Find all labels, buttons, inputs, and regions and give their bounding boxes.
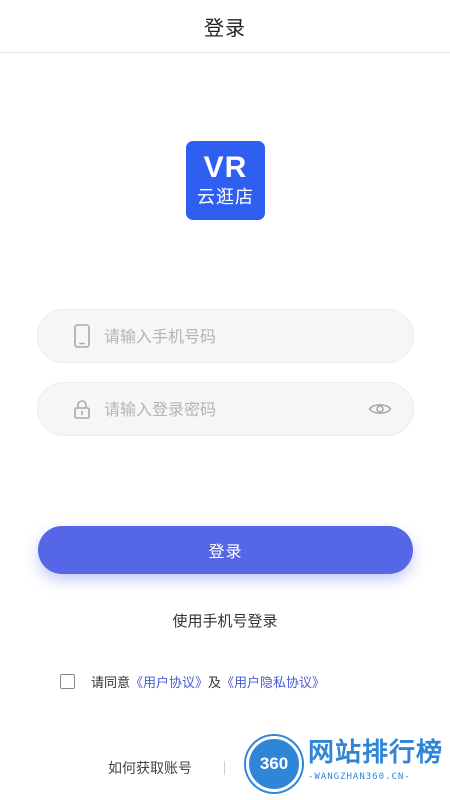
- eye-icon[interactable]: [367, 399, 393, 419]
- footer-divider: [224, 761, 225, 775]
- watermark-subtitle: -WANGZHAN360.CN-: [308, 772, 411, 782]
- privacy-agreement-link[interactable]: 《用户隐私协议》: [221, 672, 325, 691]
- phone-field[interactable]: [37, 309, 414, 363]
- agreement-row: 请同意 《用户协议》 及 《用户隐私协议》: [60, 672, 325, 691]
- lock-icon: [72, 397, 92, 421]
- password-input[interactable]: [102, 393, 367, 425]
- agreement-checkbox[interactable]: [60, 674, 75, 689]
- phone-icon: [72, 324, 92, 348]
- watermark-title: 网站排行榜: [308, 738, 444, 768]
- user-agreement-link[interactable]: 《用户协议》: [130, 672, 208, 691]
- page-title: 登录: [204, 15, 246, 40]
- agreement-conjunction: 及: [208, 676, 222, 691]
- phone-login-link[interactable]: 使用手机号登录: [0, 610, 450, 631]
- password-field[interactable]: [37, 382, 414, 436]
- header: 登录: [0, 0, 450, 53]
- app-logo: VR 云逛店: [186, 141, 265, 220]
- logo-mark: VR: [203, 150, 248, 184]
- get-account-link[interactable]: 如何获取账号: [108, 758, 192, 778]
- watermark-text: 网站排行榜 -WANGZHAN360.CN-: [308, 736, 443, 782]
- logo-text: 云逛店: [197, 186, 254, 208]
- watermark: 360 网站排行榜 -WANGZHAN360.CN-: [246, 736, 446, 798]
- login-button[interactable]: 登录: [38, 526, 413, 574]
- watermark-badge: 360: [246, 736, 302, 792]
- agreement-prefix: 请同意: [91, 676, 131, 691]
- phone-input[interactable]: [102, 320, 413, 352]
